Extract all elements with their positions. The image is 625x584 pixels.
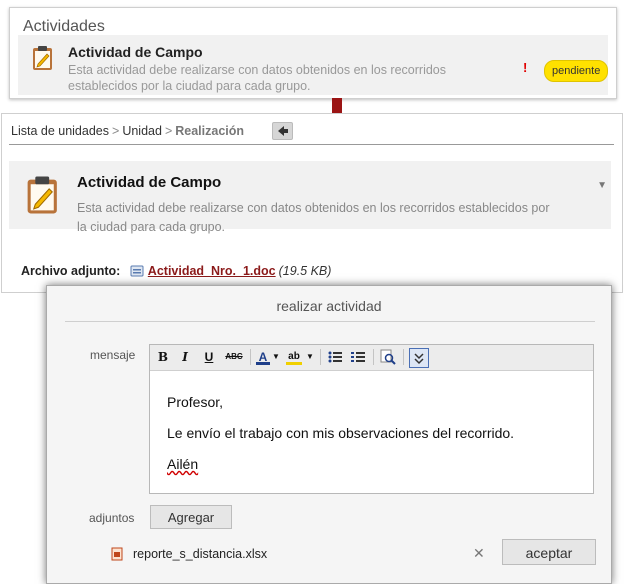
highlight-button[interactable]: ab [286,349,302,365]
underline-button[interactable]: U [202,349,216,365]
attached-file-name: reporte_s_distancia.xlsx [133,547,268,561]
activity-detail-name: Actividad de Campo [77,174,222,191]
editor-content[interactable]: Profesor, Le envío el trabajo con mis ob… [167,393,514,486]
attachment-label: Archivo adjunto: [21,264,121,278]
strikethrough-button[interactable]: ABC [224,349,244,365]
doc-file-icon [130,265,144,277]
find-icon[interactable] [380,349,396,365]
attachment-file-link[interactable]: Actividad_Nro._1.doc [148,264,276,278]
attachments-label: adjuntos [89,511,135,525]
breadcrumb-units-link[interactable]: Lista de unidades [11,124,109,138]
collapse-caret-icon[interactable]: ▼ [597,180,607,191]
activity-detail-card: Actividad de Campo Esta actividad debe r… [9,161,611,234]
message-editor[interactable]: B I U ABC A ▼ ab ▼ Profesor, Le envío el… [149,344,594,494]
toolbar-separator [250,349,251,365]
chevron-down-icon[interactable]: ▼ [306,349,314,365]
italic-button[interactable]: I [179,349,191,365]
breadcrumb-separator: > [164,124,173,138]
numbered-list-icon[interactable] [350,349,366,365]
activity-card[interactable]: Actividad de Campo Esta actividad debe r… [18,35,609,95]
message-label: mensaje [90,348,136,362]
breadcrumb-unit-link[interactable]: Unidad [122,124,162,138]
chevron-down-icon[interactable]: ▼ [272,349,280,365]
breadcrumb: Lista de unidades > Unidad > Realización [11,124,244,138]
toolbar-separator [403,349,404,365]
activity-detail-panel: Lista de unidades > Unidad > Realización Act… [1,113,623,293]
breadcrumb-current: Realización [175,124,245,138]
accept-button[interactable]: aceptar [502,539,596,565]
message-signature: Ailén [167,456,199,472]
attachment-size: (19.5 KB) [278,264,332,278]
editor-toolbar: B I U ABC A ▼ ab ▼ [150,345,593,371]
activity-description: Esta actividad debe realizarse con datos… [68,63,446,93]
toolbar-separator [373,349,374,365]
message-line: Le envío el trabajo con mis observacione… [167,425,515,441]
divider [9,144,614,145]
dialog-title: realizar actividad [276,298,382,314]
add-attachment-button[interactable]: Agregar [150,505,232,529]
status-badge: pendiente [544,60,609,82]
remove-file-icon[interactable]: ✕ [473,545,485,562]
attachment-row: Archivo adjunto: Actividad_Nro._1.doc (19… [21,264,331,278]
dialog-divider [65,321,595,322]
clipboard-icon [26,175,60,215]
activities-panel: Actividades Actividad de Campo Esta acti… [9,7,617,99]
bold-button[interactable]: B [156,349,170,365]
message-line: Profesor, [167,394,224,410]
activities-title: Actividades [23,18,105,35]
attached-file: reporte_s_distancia.xlsx [111,547,267,561]
expand-toolbar-icon[interactable] [409,348,429,368]
back-arrow-icon [278,126,288,136]
alert-icon: ! [523,60,528,75]
activity-name[interactable]: Actividad de Campo [68,44,203,60]
submit-activity-dialog: realizar actividad mensaje B I U ABC A ▼… [46,285,612,584]
back-button[interactable] [272,122,293,140]
breadcrumb-separator: > [112,124,120,138]
spreadsheet-file-icon [111,547,123,561]
clipboard-icon [32,45,54,71]
toolbar-separator [320,349,321,365]
font-color-button[interactable]: A [256,349,270,365]
bullet-list-icon[interactable] [327,349,343,365]
activity-detail-description: Esta actividad debe realizarse con datos… [77,201,550,234]
